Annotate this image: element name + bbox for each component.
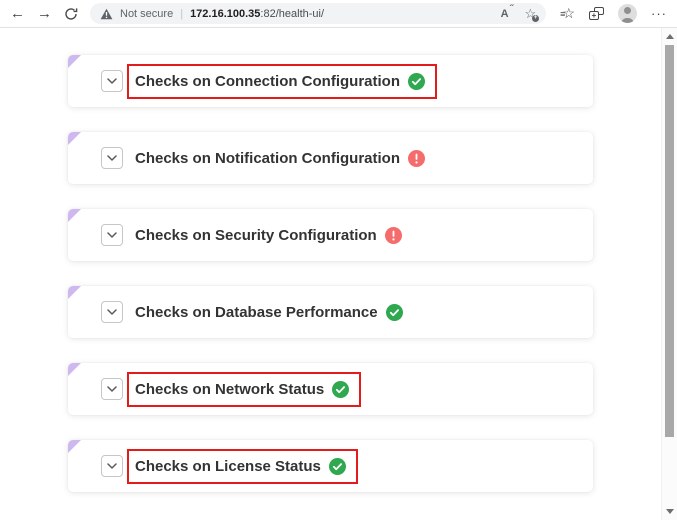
exclamation-circle-icon	[408, 150, 425, 167]
check-circle-icon	[386, 304, 403, 321]
url-host: 172.16.100.35	[190, 8, 260, 20]
chevron-down-icon	[107, 78, 117, 84]
expand-toggle-button[interactable]	[101, 455, 123, 477]
forward-icon[interactable]: →	[37, 6, 52, 21]
not-secure-label: Not secure	[120, 8, 173, 20]
collections-icon[interactable]: +	[589, 7, 604, 20]
expand-toggle-button[interactable]	[101, 147, 123, 169]
chevron-down-icon	[107, 386, 117, 392]
toolbar-right-actions: ≡☆ + ···	[558, 4, 669, 23]
health-ui-page: Checks on Connection Configuration Check…	[0, 28, 661, 520]
url-text: 172.16.100.35:82/health-ui/	[190, 8, 324, 20]
expand-toggle-button[interactable]	[101, 70, 123, 92]
panel-title: Checks on License Status	[135, 458, 321, 475]
expand-toggle-button[interactable]	[101, 301, 123, 323]
panel-notification-configuration[interactable]: Checks on Notification Configuration	[68, 132, 593, 184]
chevron-down-icon	[107, 232, 117, 238]
panel-title-row: Checks on Notification Configuration	[127, 141, 437, 176]
add-favorite-icon[interactable]: ☆+	[525, 7, 537, 20]
panel-database-performance[interactable]: Checks on Database Performance	[68, 286, 593, 338]
settings-menu-icon[interactable]: ···	[651, 6, 667, 21]
panel-title: Checks on Security Configuration	[135, 227, 377, 244]
check-circle-icon	[329, 458, 346, 475]
collections-front-card: +	[589, 11, 599, 20]
read-aloud-icon[interactable]: A	[501, 8, 513, 20]
panel-corner-fold	[68, 209, 81, 222]
panel-corner-fold	[68, 286, 81, 299]
favorites-icon[interactable]: ≡☆	[560, 5, 575, 22]
expand-toggle-button[interactable]	[101, 224, 123, 246]
panel-corner-fold	[68, 55, 81, 68]
expand-toggle-button[interactable]	[101, 378, 123, 400]
panel-connection-configuration[interactable]: Checks on Connection Configuration	[68, 55, 593, 107]
scrollbar-thumb[interactable]	[665, 45, 674, 437]
refresh-icon[interactable]	[64, 7, 78, 21]
highlight-annotation-box: Checks on License Status	[127, 449, 358, 484]
scroll-up-icon[interactable]	[666, 34, 674, 39]
url-path: :82/health-ui/	[260, 8, 324, 20]
not-secure-warning-icon[interactable]	[100, 8, 113, 20]
highlight-annotation-box: Checks on Network Status	[127, 372, 361, 407]
address-separator: |	[180, 8, 183, 20]
check-circle-icon	[332, 381, 349, 398]
panel-title-row: Checks on Security Configuration	[127, 218, 414, 253]
scroll-down-icon[interactable]	[666, 509, 674, 514]
check-circle-icon	[408, 73, 425, 90]
browser-window: ← → Not secure | 172.16.100.35:82/health…	[0, 0, 677, 520]
panel-title-row: Checks on Database Performance	[127, 295, 415, 330]
chevron-down-icon	[107, 155, 117, 161]
browser-toolbar: ← → Not secure | 172.16.100.35:82/health…	[0, 0, 677, 28]
panel-title: Checks on Database Performance	[135, 304, 378, 321]
panel-title: Checks on Notification Configuration	[135, 150, 400, 167]
panel-corner-fold	[68, 132, 81, 145]
panel-title: Checks on Connection Configuration	[135, 73, 400, 90]
profile-avatar[interactable]	[618, 4, 637, 23]
panel-license-status[interactable]: Checks on License Status	[68, 440, 593, 492]
panel-title: Checks on Network Status	[135, 381, 324, 398]
chevron-down-icon	[107, 463, 117, 469]
address-bar[interactable]: Not secure | 172.16.100.35:82/health-ui/…	[90, 3, 546, 24]
back-icon[interactable]: ←	[10, 6, 25, 21]
highlight-annotation-box: Checks on Connection Configuration	[127, 64, 437, 99]
favorite-badge-icon: +	[532, 15, 539, 22]
vertical-scrollbar[interactable]	[661, 28, 677, 520]
chevron-down-icon	[107, 309, 117, 315]
address-bar-actions: A ☆+	[501, 7, 537, 20]
exclamation-circle-icon	[385, 227, 402, 244]
panel-corner-fold	[68, 440, 81, 453]
panel-corner-fold	[68, 363, 81, 376]
panel-network-status[interactable]: Checks on Network Status	[68, 363, 593, 415]
panel-security-configuration[interactable]: Checks on Security Configuration	[68, 209, 593, 261]
star-icon: ☆	[562, 5, 575, 22]
